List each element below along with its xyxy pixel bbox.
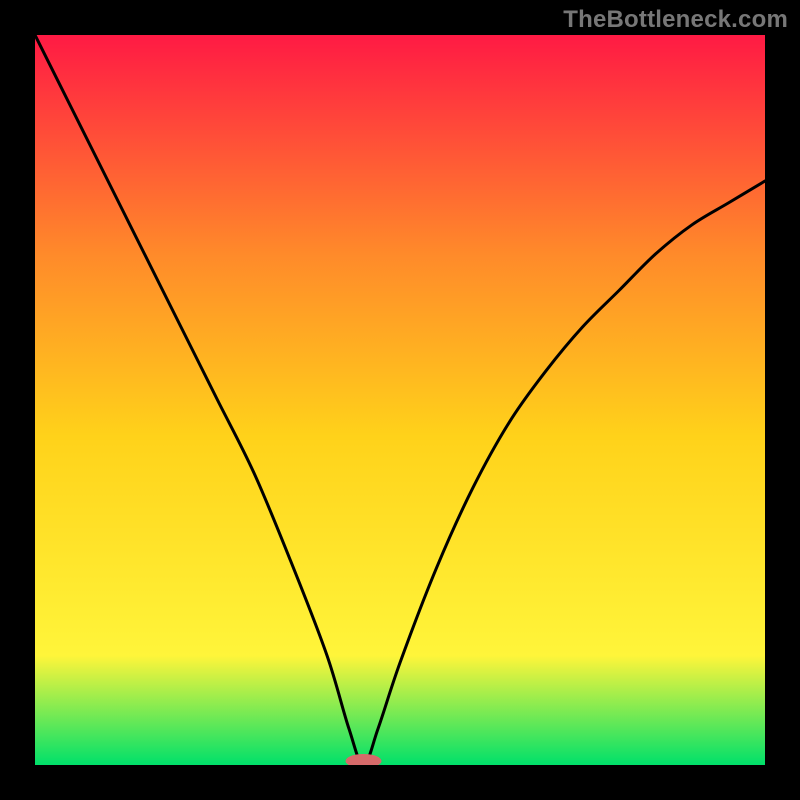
chart-svg bbox=[35, 35, 765, 765]
chart-frame: TheBottleneck.com bbox=[0, 0, 800, 800]
watermark-text: TheBottleneck.com bbox=[563, 6, 788, 34]
gradient-background bbox=[35, 35, 765, 765]
plot-area bbox=[35, 35, 765, 765]
